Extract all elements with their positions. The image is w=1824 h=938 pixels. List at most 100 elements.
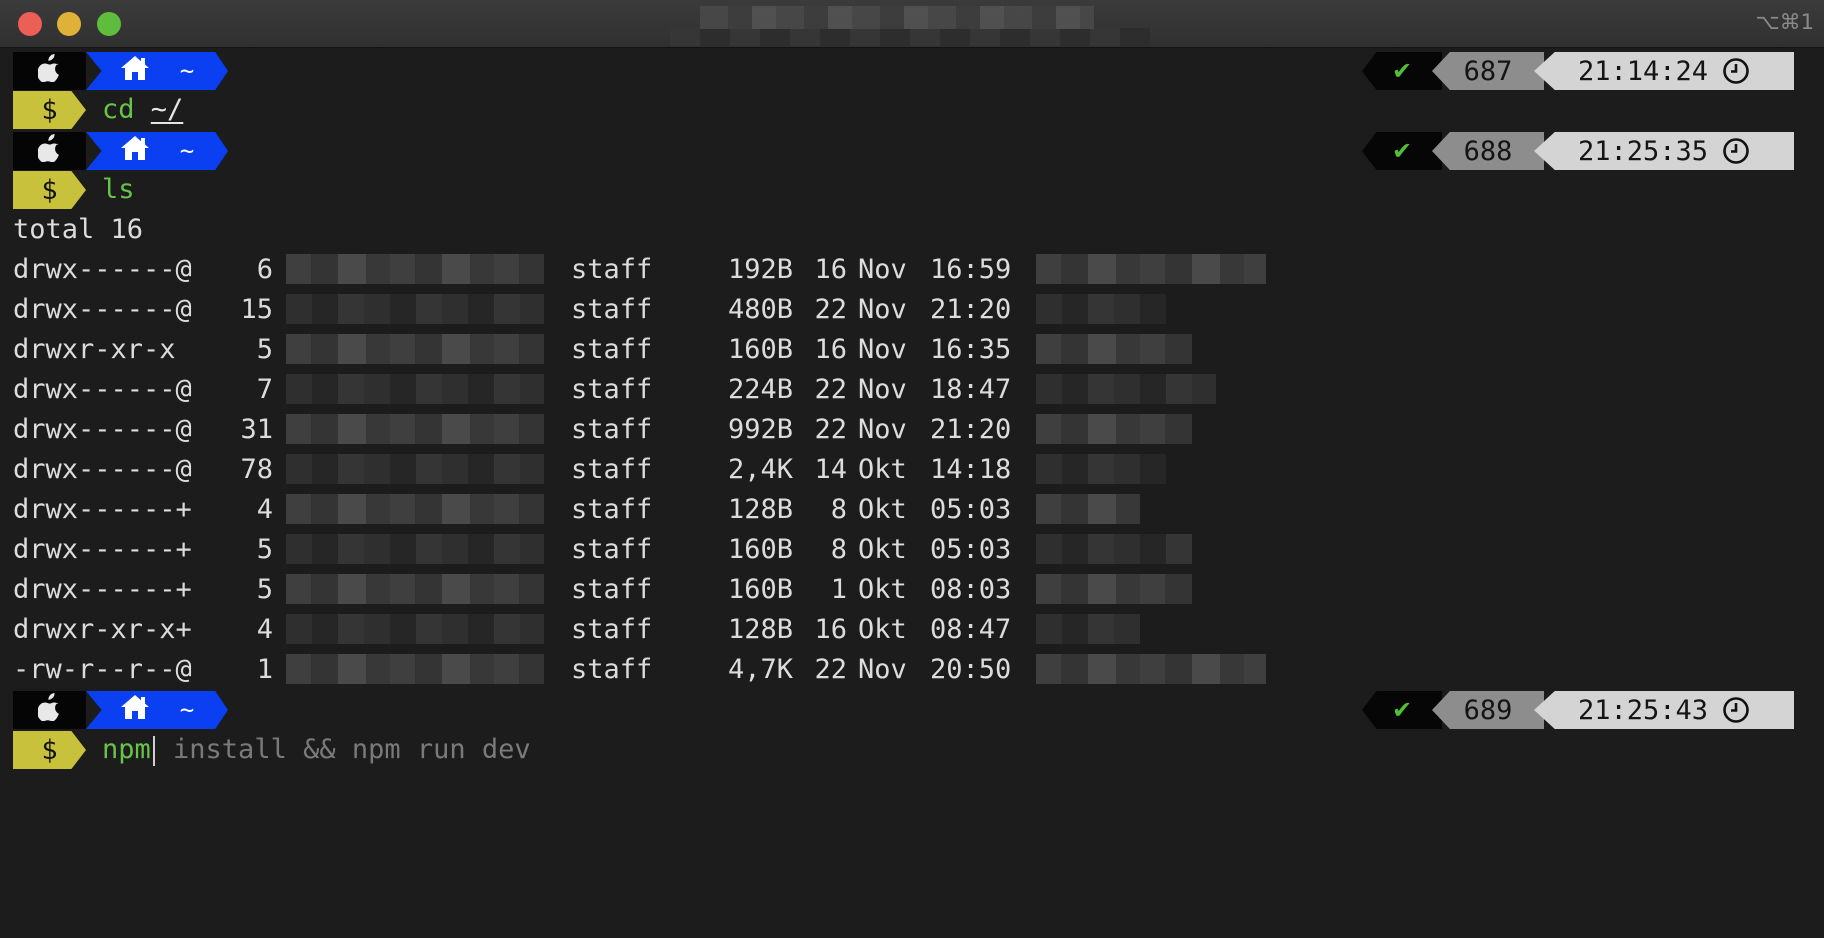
checkmark-icon: ✔ (1391, 696, 1413, 724)
filename-redacted[interactable] (1036, 454, 1166, 484)
link-count: 1 (256, 654, 273, 685)
file-size: 128B (727, 494, 793, 525)
exit-status-segment: ✔ (1362, 691, 1442, 729)
modified-day: 14 (814, 454, 847, 485)
filename-redacted[interactable] (1036, 534, 1192, 564)
owner-redacted (286, 414, 544, 444)
filename-redacted[interactable] (1036, 614, 1140, 644)
owner-redacted (286, 534, 544, 564)
modified-time: 08:03 (930, 574, 1012, 605)
modified-day: 22 (814, 414, 847, 445)
owner-redacted (286, 254, 544, 284)
link-count: 7 (256, 374, 273, 405)
ls-total-line: total 16 (13, 214, 144, 245)
command-name: npm (102, 734, 151, 765)
title-bar[interactable]: ⌥⌘1 (0, 0, 1824, 48)
ls-row: drwxr-xr-x 5 staff 160B 16 Nov 16:35 (13, 331, 1273, 369)
file-size: 160B (727, 574, 793, 605)
owner-redacted (286, 614, 544, 644)
home-icon (120, 694, 150, 727)
terminal-content[interactable]: ~ ✔ 687 21:14:24 $ cd ~/ ~ ✔ 688 21:25:3… (0, 48, 1824, 938)
file-size: 192B (727, 254, 793, 285)
modified-month: Nov (858, 294, 907, 325)
timestamp: 21:14:24 (1577, 55, 1709, 87)
history-number: 687 (1463, 55, 1513, 87)
modified-time: 16:35 (930, 334, 1012, 365)
link-count: 6 (256, 254, 273, 285)
modified-time: 18:47 (930, 374, 1012, 405)
owner-redacted (286, 494, 544, 524)
permissions: drwx------@ (13, 254, 192, 285)
ls-row: drwx------+ 5 staff 160B 8 Okt 05:03 (13, 531, 1273, 569)
terminal-window: ⌥⌘1 ~ ✔ 687 21:14:24 $ cd ~/ ~ ✔ 688 21:… (0, 0, 1824, 938)
current-directory: ~ (179, 696, 195, 724)
group: staff (571, 414, 653, 445)
os-segment (13, 132, 86, 170)
modified-time: 08:47 (930, 614, 1012, 645)
link-count: 5 (256, 334, 273, 365)
group: staff (571, 654, 653, 685)
permissions: drwx------+ (13, 494, 192, 525)
modified-month: Nov (858, 374, 907, 405)
group: staff (571, 494, 653, 525)
permissions: drwx------@ (13, 294, 192, 325)
modified-day: 16 (814, 614, 847, 645)
modified-day: 16 (814, 334, 847, 365)
close-button[interactable] (18, 12, 42, 36)
link-count: 4 (256, 494, 273, 525)
permissions: drwxr-xr-x (13, 334, 176, 365)
filename-redacted[interactable] (1036, 374, 1216, 404)
modified-time: 21:20 (930, 414, 1012, 445)
time-segment: 21:25:43 (1534, 691, 1794, 729)
timestamp: 21:25:43 (1577, 694, 1709, 726)
ls-row: drwx------@ 15 staff 480B 22 Nov 21:20 (13, 291, 1273, 329)
prompt-symbol: $ (41, 734, 58, 766)
time-segment: 21:25:35 (1534, 132, 1794, 170)
permissions: drwx------@ (13, 454, 192, 485)
window-shortcut-label: ⌥⌘1 (1755, 10, 1814, 34)
modified-day: 8 (830, 494, 847, 525)
link-count: 5 (256, 534, 273, 565)
file-size: 160B (727, 534, 793, 565)
filename-redacted[interactable] (1036, 294, 1166, 324)
ls-row: drwx------@ 6 staff 192B 16 Nov 16:59 (13, 251, 1273, 289)
group: staff (571, 614, 653, 645)
filename-redacted[interactable] (1036, 334, 1192, 364)
filename-redacted[interactable] (1036, 254, 1266, 284)
file-size: 4,7K (727, 654, 793, 685)
link-count: 4 (256, 614, 273, 645)
current-directory: ~ (179, 137, 195, 165)
modified-time: 05:03 (930, 534, 1012, 565)
exit-status-segment: ✔ (1362, 132, 1442, 170)
time-segment: 21:14:24 (1534, 52, 1794, 90)
ls-row: drwxr-xr-x+ 4 staff 128B 16 Okt 08:47 (13, 611, 1273, 649)
link-count: 78 (240, 454, 273, 485)
prompt-symbol-segment: $ (13, 171, 86, 209)
group: staff (571, 294, 653, 325)
modified-time: 16:59 (930, 254, 1012, 285)
file-size: 2,4K (727, 454, 793, 485)
filename-redacted[interactable] (1036, 414, 1192, 444)
modified-day: 1 (830, 574, 847, 605)
link-count: 31 (240, 414, 273, 445)
modified-month: Okt (858, 614, 907, 645)
command-input[interactable]: npm install && npm run dev (102, 731, 531, 769)
file-size: 160B (727, 334, 793, 365)
file-size: 992B (727, 414, 793, 445)
filename-redacted[interactable] (1036, 654, 1266, 684)
filename-redacted[interactable] (1036, 494, 1140, 524)
minimize-button[interactable] (57, 12, 81, 36)
ls-row: drwx------@ 78 staff 2,4K 14 Okt 14:18 (13, 451, 1273, 489)
modified-day: 8 (830, 534, 847, 565)
modified-day: 22 (814, 294, 847, 325)
group: staff (571, 374, 653, 405)
filename-redacted[interactable] (1036, 574, 1192, 604)
home-segment: ~ (86, 691, 228, 729)
home-segment: ~ (86, 132, 228, 170)
owner-redacted (286, 454, 544, 484)
zoom-button[interactable] (97, 12, 121, 36)
owner-redacted (286, 334, 544, 364)
modified-month: Okt (858, 454, 907, 485)
autosuggestion[interactable]: install && npm run dev (157, 734, 531, 765)
window-title-redacted (700, 6, 1094, 29)
